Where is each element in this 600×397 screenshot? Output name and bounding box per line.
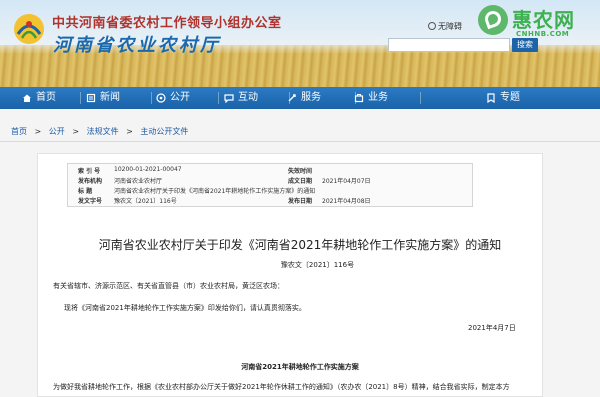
meta-label-title: 标 题 xyxy=(78,188,93,195)
breadcrumb-separator: > xyxy=(126,127,133,136)
nav-divider xyxy=(151,92,152,104)
open-icon xyxy=(156,93,166,103)
nav-label-topic: 专题 xyxy=(500,92,520,103)
meta-label-publisher: 发布机构 xyxy=(78,178,103,185)
nav-item-business[interactable]: 业务 xyxy=(354,87,388,109)
chat-icon xyxy=(224,94,234,103)
nav-label-news: 新闻 xyxy=(100,92,120,103)
breadcrumb: 首页 > 公开 > 法规文件 > 主动公开文件 xyxy=(11,126,193,137)
site-title[interactable]: 河南省农业农村厅 xyxy=(53,31,221,57)
breadcrumb-divider xyxy=(0,141,600,142)
nav-divider xyxy=(80,92,81,104)
meta-label-written-date: 成文日期 xyxy=(288,178,313,185)
meta-value-publish-date: 2021年04月08日 xyxy=(322,198,371,205)
nav-label-business: 业务 xyxy=(368,92,388,103)
breadcrumb-separator: > xyxy=(72,127,80,136)
main-nav: 首页 新闻 公开 互动 服务 业务 专题 xyxy=(0,87,600,109)
document-meta-table: 索 引 号 10200-01-2021-00047 失效时间 发布机构 河南省农… xyxy=(67,163,473,207)
attachment-intro: 为做好我省耕地轮作工作，根据《农业农村部办公厅关于做好2021年轮作休耕工作的通… xyxy=(53,383,510,391)
nav-item-service[interactable]: 服务 xyxy=(287,87,321,109)
watermark-url: CNHNB.COM xyxy=(516,30,570,38)
document-date: 2021年4月7日 xyxy=(468,324,516,332)
breadcrumb-home[interactable]: 首页 xyxy=(11,127,27,136)
nav-label-home: 首页 xyxy=(36,92,56,103)
meta-value-doc-number: 豫农文〔2021〕116号 xyxy=(114,198,177,205)
nav-divider xyxy=(420,92,421,104)
attachment-title: 河南省2021年耕地轮作工作实施方案 xyxy=(241,363,359,371)
nav-item-news[interactable]: 新闻 xyxy=(86,87,120,109)
nav-label-open: 公开 xyxy=(170,92,190,103)
nav-item-open[interactable]: 公开 xyxy=(156,87,190,109)
meta-value-index: 10200-01-2021-00047 xyxy=(114,166,182,173)
breadcrumb-public-files[interactable]: 主动公开文件 xyxy=(140,127,188,136)
breadcrumb-open[interactable]: 公开 xyxy=(49,127,65,136)
nav-item-topic[interactable]: 专题 xyxy=(486,87,520,109)
meta-value-title: 河南省农业农村厅关于印发《河南省2021年耕地轮作工作实施方案》的通知 xyxy=(114,188,316,195)
document-title: 河南省农业农村厅关于印发《河南省2021年耕地轮作工作实施方案》的通知 xyxy=(98,238,502,252)
header-banner: 中共河南省委农村工作领导小组办公室 河南省农业农村厅 无障碍 搜索 惠农网 CN… xyxy=(0,0,600,87)
nav-item-interact[interactable]: 互动 xyxy=(224,87,258,109)
nav-label-service: 服务 xyxy=(301,92,321,103)
meta-value-publisher: 河南省农业农村厅 xyxy=(114,178,163,185)
topic-icon xyxy=(487,93,495,103)
breadcrumb-regulations[interactable]: 法规文件 xyxy=(87,127,119,136)
news-icon xyxy=(86,93,96,103)
home-icon xyxy=(23,94,31,102)
accessibility-link[interactable]: 无障碍 xyxy=(438,21,462,32)
service-icon xyxy=(288,94,296,102)
meta-label-publish-date: 发布日期 xyxy=(288,198,313,205)
breadcrumb-separator: > xyxy=(34,127,42,136)
org-name: 中共河南省委农村工作领导小组办公室 xyxy=(52,16,282,31)
meta-row-doc-number: 发文字号 豫农文〔2021〕116号 发布日期 2021年04月08日 xyxy=(68,196,474,207)
document-recipients: 有关省辖市、济源示范区、有关省直管县（市）农业农村局，黄泛区农场： xyxy=(53,282,284,290)
watermark-text: 惠农网 xyxy=(512,8,575,32)
document-body: 现将《河南省2021年耕地轮作工作实施方案》印发给你们，请认真贯彻落实。 xyxy=(64,304,306,312)
watermark-logo: 惠农网 CNHNB.COM xyxy=(476,0,600,46)
business-icon xyxy=(354,94,364,103)
nav-item-home[interactable]: 首页 xyxy=(22,87,56,109)
meta-label-expiry: 失效时间 xyxy=(288,168,313,175)
accessibility-icon[interactable] xyxy=(428,22,436,30)
nav-label-interact: 互动 xyxy=(238,92,258,103)
meta-label-doc-number: 发文字号 xyxy=(78,198,103,205)
document-number: 豫农文〔2021〕116号 xyxy=(280,261,355,269)
meta-label-index: 索 引 号 xyxy=(78,168,101,175)
meta-value-written-date: 2021年04月07日 xyxy=(322,178,371,185)
nav-divider xyxy=(218,92,219,104)
ministry-logo-icon xyxy=(14,14,44,44)
